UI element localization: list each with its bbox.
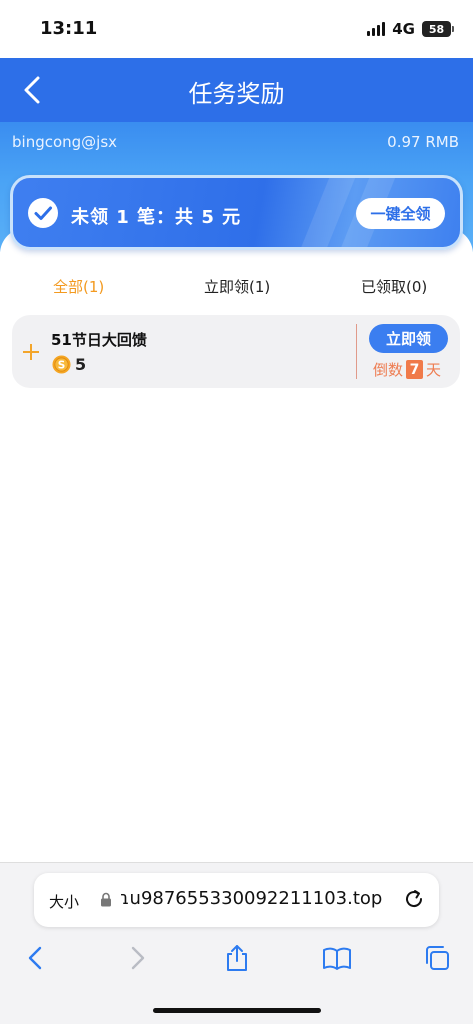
share-icon[interactable] xyxy=(222,943,252,973)
check-circle-icon xyxy=(28,198,58,228)
status-indicators: 4G 58 xyxy=(367,20,454,38)
claim-all-button[interactable]: 一键全领 xyxy=(356,198,445,229)
plus-icon[interactable] xyxy=(21,342,41,362)
countdown-prefix: 倒数 xyxy=(373,361,404,379)
home-indicator xyxy=(153,1008,321,1013)
status-time: 13:11 xyxy=(40,18,98,39)
svg-text:S: S xyxy=(58,359,66,371)
task-reward: 5 xyxy=(75,355,87,374)
battery-icon: 58 xyxy=(422,21,454,37)
address-bar[interactable]: 大小 ɿu987655330092211103.top xyxy=(34,873,439,927)
countdown-days: 7 xyxy=(406,360,424,379)
task-title: 51节日大回馈 xyxy=(51,331,147,349)
bookmarks-icon[interactable] xyxy=(322,943,352,973)
reload-icon[interactable] xyxy=(403,888,425,910)
network-label: 4G xyxy=(392,20,415,38)
tab-all[interactable]: 全部(1) xyxy=(53,276,104,297)
summary-card: 未领 1 笔：共 5 元 一键全领 xyxy=(10,175,463,250)
browser-toolbar: 大小 ɿu987655330092211103.top xyxy=(0,862,473,1024)
tab-claim-now[interactable]: 立即领(1) xyxy=(204,276,270,297)
url-text[interactable]: ɿu987655330092211103.top xyxy=(120,888,382,909)
summary-text: 未领 1 笔：共 5 元 xyxy=(71,207,242,228)
tab-claimed[interactable]: 已领取(0) xyxy=(361,276,427,297)
status-bar: 13:11 4G 58 xyxy=(0,0,473,58)
task-card: 51节日大回馈 S 5 立即领 倒数 7 天 xyxy=(12,315,460,388)
lock-icon xyxy=(101,892,111,907)
account-balance: 0.97 RMB xyxy=(387,133,459,151)
divider xyxy=(356,324,357,379)
countdown: 倒数 7 天 xyxy=(373,359,441,380)
page-title: 任务奖励 xyxy=(188,80,285,108)
signal-icon xyxy=(367,22,386,36)
account-username: bingcong@jsx xyxy=(12,133,118,151)
forward-icon[interactable] xyxy=(122,943,152,973)
back-icon[interactable] xyxy=(21,943,51,973)
tab-bar: 全部(1) 立即领(1) 已领取(0) xyxy=(0,272,473,302)
text-size-button[interactable]: 大小 xyxy=(49,891,79,912)
nav-header: 任务奖励 xyxy=(0,58,473,122)
claim-now-button[interactable]: 立即领 xyxy=(369,324,448,353)
countdown-suffix: 天 xyxy=(426,361,442,379)
coin-icon: S xyxy=(52,355,71,374)
tabs-icon[interactable] xyxy=(422,943,452,973)
